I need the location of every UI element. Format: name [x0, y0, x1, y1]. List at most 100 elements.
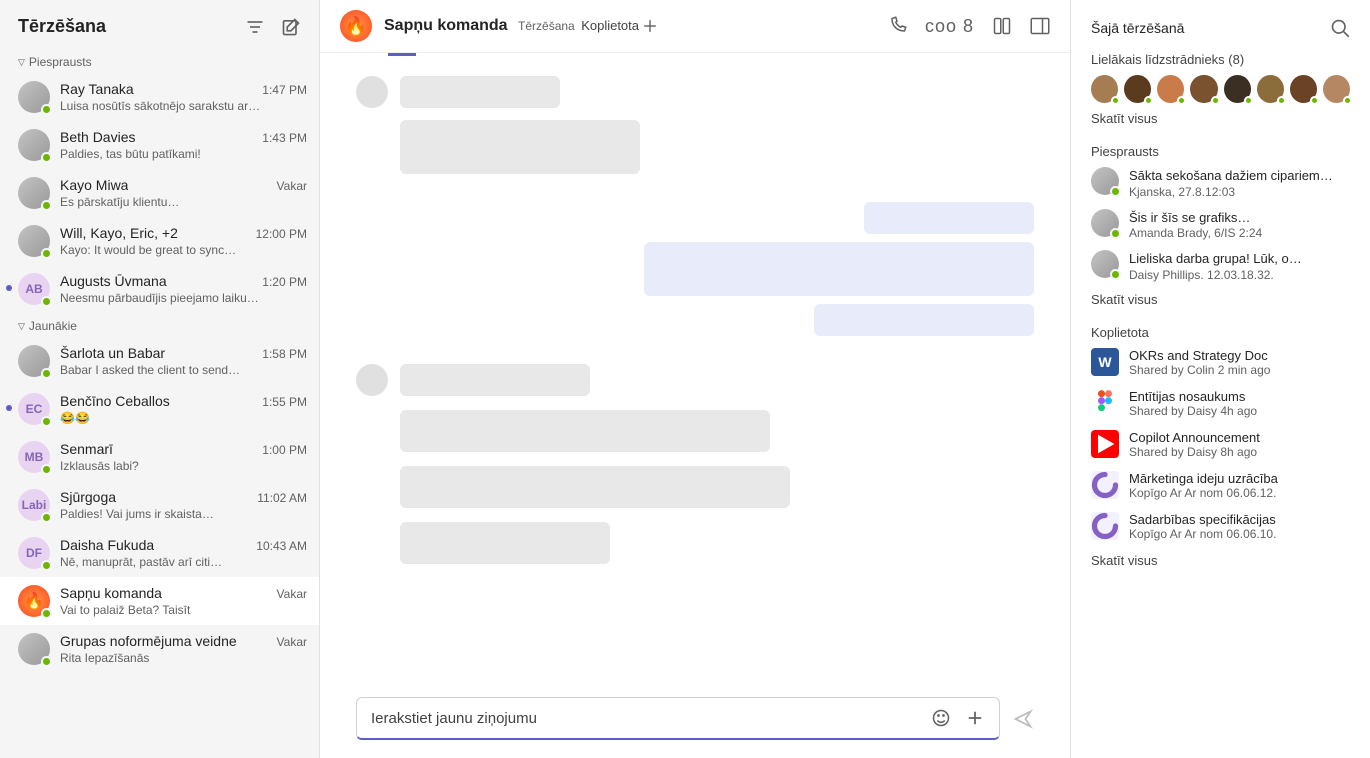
- chat-item-name: Will, Kayo, Eric, +2: [60, 225, 178, 241]
- messages-area: [320, 56, 1070, 687]
- participant-count[interactable]: coo 8: [925, 16, 974, 37]
- pinned-section-label: ▽Piesprausts: [0, 49, 319, 73]
- add-tab-icon[interactable]: [643, 16, 657, 36]
- chat-item-preview: Kayo: It would be great to sync…: [60, 243, 307, 257]
- chat-title: Sapņu komanda: [384, 17, 508, 34]
- chat-item-preview: Rita Iepazīšanās: [60, 651, 307, 665]
- chat-item-time: 10:43 AM: [256, 539, 307, 553]
- contributor-avatar[interactable]: [1323, 75, 1350, 103]
- contributor-avatar[interactable]: [1157, 75, 1184, 103]
- sidebar-title: Tērzēšana: [18, 16, 106, 37]
- compose-input[interactable]: Ierakstiet jaunu ziņojumu: [356, 697, 1000, 740]
- send-icon[interactable]: [1012, 709, 1034, 729]
- message-bubble[interactable]: [400, 522, 610, 564]
- shared-file[interactable]: Copilot AnnouncementShared by Daisy 8h a…: [1091, 430, 1350, 459]
- chat-item-time: 1:20 PM: [262, 275, 307, 289]
- chat-item[interactable]: 🔥 Sapņu komandaVakar Vai to palaiž Beta?…: [0, 577, 319, 625]
- chat-item-time: 1:47 PM: [262, 83, 307, 97]
- shared-link[interactable]: Koplietota: [581, 18, 639, 33]
- see-all-link[interactable]: Skatīt visus: [1091, 111, 1350, 126]
- file-name: Mārketinga ideju uzrācība: [1129, 471, 1278, 486]
- chat-item-name: Sjūrgoga: [60, 489, 116, 505]
- contributor-avatar[interactable]: [1224, 75, 1251, 103]
- pinned-text: Sākta sekošana dažiem cipariem…: [1129, 167, 1333, 185]
- chat-item[interactable]: Beth Davies1:43 PM Paldies, tas būtu pat…: [0, 121, 319, 169]
- chat-item[interactable]: Will, Kayo, Eric, +212:00 PM Kayo: It wo…: [0, 217, 319, 265]
- file-name: Sadarbības specifikācijas: [1129, 512, 1276, 527]
- filter-icon[interactable]: [245, 17, 265, 37]
- chat-item[interactable]: Ray Tanaka1:47 PM Luisa nosūtīs sākotnēj…: [0, 73, 319, 121]
- youtube-icon: [1091, 430, 1119, 458]
- pinned-meta: Kjanska, 27.8.12:03: [1129, 185, 1333, 199]
- pinned-message[interactable]: Sākta sekošana dažiem cipariem…Kjanska, …: [1091, 167, 1350, 199]
- contributor-avatar[interactable]: [1124, 75, 1151, 103]
- contributor-avatar[interactable]: [1290, 75, 1317, 103]
- chat-sidebar: Tērzēšana ▽Piesprausts Ray Tanaka1:47 PM…: [0, 0, 320, 758]
- copilot-icon[interactable]: [992, 16, 1012, 36]
- plus-icon[interactable]: [965, 708, 985, 728]
- pinned-label: Piesprausts: [1091, 144, 1350, 159]
- contributor-avatar[interactable]: [1091, 75, 1118, 103]
- message-avatar: [356, 76, 388, 108]
- chat-item[interactable]: DF Daisha Fukuda 10:43 AM Nē, manuprāt, p…: [0, 529, 319, 577]
- file-name: OKRs and Strategy Doc: [1129, 348, 1270, 363]
- chat-item[interactable]: Kayo MiwaVakar Es pārskatīju klientu…: [0, 169, 319, 217]
- chat-item-preview: Nē, manuprāt, pastāv arī citi…: [60, 555, 307, 569]
- message-bubble[interactable]: [400, 76, 560, 108]
- sent-message-bubble[interactable]: [814, 304, 1034, 336]
- sent-message-bubble[interactable]: [644, 242, 1034, 296]
- compose-icon[interactable]: [281, 17, 301, 37]
- loop-icon: [1091, 471, 1119, 499]
- chat-header: 🔥 Sapņu komanda Tērzēšana Koplietota coo…: [320, 0, 1070, 53]
- pinned-message[interactable]: Lieliska darba grupa! Lūk, o…Daisy Phill…: [1091, 250, 1350, 282]
- message-avatar: [356, 364, 388, 396]
- chat-item-name: Daisha Fukuda: [60, 537, 154, 553]
- chat-item[interactable]: EC Benčīno Ceballos1:55 PM 😂😂: [0, 385, 319, 433]
- shared-label: Koplietota: [1091, 325, 1350, 340]
- pinned-avatar: [1091, 167, 1119, 195]
- emoji-icon[interactable]: [931, 708, 951, 728]
- message-bubble[interactable]: [400, 410, 770, 452]
- chat-item-time: 1:55 PM: [262, 395, 307, 409]
- shared-file[interactable]: Entītijas nosaukumsShared by Daisy 4h ag…: [1091, 389, 1350, 418]
- search-icon[interactable]: [1330, 18, 1350, 38]
- chat-item-time: Vakar: [277, 587, 307, 601]
- chat-tab-label[interactable]: Tērzēšana: [518, 19, 575, 33]
- file-meta: Kopīgo Ar Ar nom 06.06.10.: [1129, 527, 1276, 541]
- chat-item-name: Grupas noformējuma veidne: [60, 633, 237, 649]
- loop-icon: [1091, 512, 1119, 540]
- chat-item[interactable]: Grupas noformējuma veidne Vakar Rita Iepa…: [0, 625, 319, 673]
- contributor-avatar[interactable]: [1190, 75, 1217, 103]
- figma-icon: [1091, 389, 1119, 417]
- chat-item[interactable]: Šarlota un Babar1:58 PM Babar I asked th…: [0, 337, 319, 385]
- pinned-message[interactable]: Šis ir šīs se grafiks…Amanda Brady, 6/IS…: [1091, 209, 1350, 241]
- call-icon[interactable]: [887, 16, 907, 36]
- shared-file[interactable]: Sadarbības specifikācijasKopīgo Ar Ar no…: [1091, 512, 1350, 541]
- contributor-avatars: [1091, 75, 1350, 103]
- chat-item[interactable]: MB Senmarī1:00 PM Izklausās labi?: [0, 433, 319, 481]
- message-bubble[interactable]: [400, 120, 640, 174]
- message-bubble[interactable]: [400, 364, 590, 396]
- chat-item[interactable]: Labi Sjūrgoga11:02 AM Paldies! Vai jums …: [0, 481, 319, 529]
- chat-item-avatar: EC: [18, 393, 50, 425]
- chat-item-time: Vakar: [277, 635, 307, 649]
- sidebar-header: Tērzēšana: [0, 0, 319, 49]
- chat-item-preview: Luisa nosūtīs sākotnējo sarakstu ar…: [60, 99, 307, 113]
- sent-message-bubble[interactable]: [864, 202, 1034, 234]
- see-all-link[interactable]: Skatīt visus: [1091, 553, 1350, 568]
- shared-file[interactable]: Mārketinga ideju uzrācībaKopīgo Ar Ar no…: [1091, 471, 1350, 500]
- panel-icon[interactable]: [1030, 16, 1050, 36]
- message-bubble[interactable]: [400, 466, 790, 508]
- chat-main: 🔥 Sapņu komanda Tērzēšana Koplietota coo…: [320, 0, 1070, 758]
- shared-file[interactable]: WOKRs and Strategy DocShared by Colin 2 …: [1091, 348, 1350, 377]
- chat-item-avatar: DF: [18, 537, 50, 569]
- see-all-link[interactable]: Skatīt visus: [1091, 292, 1350, 307]
- chat-item[interactable]: AB Augusts Ūvmana1:20 PM Neesmu pārbaudī…: [0, 265, 319, 313]
- contributor-avatar[interactable]: [1257, 75, 1284, 103]
- chat-avatar: 🔥: [340, 10, 372, 42]
- compose-area: Ierakstiet jaunu ziņojumu: [320, 687, 1070, 758]
- file-name: Copilot Announcement: [1129, 430, 1260, 445]
- chat-item-time: Vakar: [277, 179, 307, 193]
- file-meta: Kopīgo Ar Ar nom 06.06.12.: [1129, 486, 1278, 500]
- details-title: Šajā tērzēšanā: [1091, 20, 1184, 36]
